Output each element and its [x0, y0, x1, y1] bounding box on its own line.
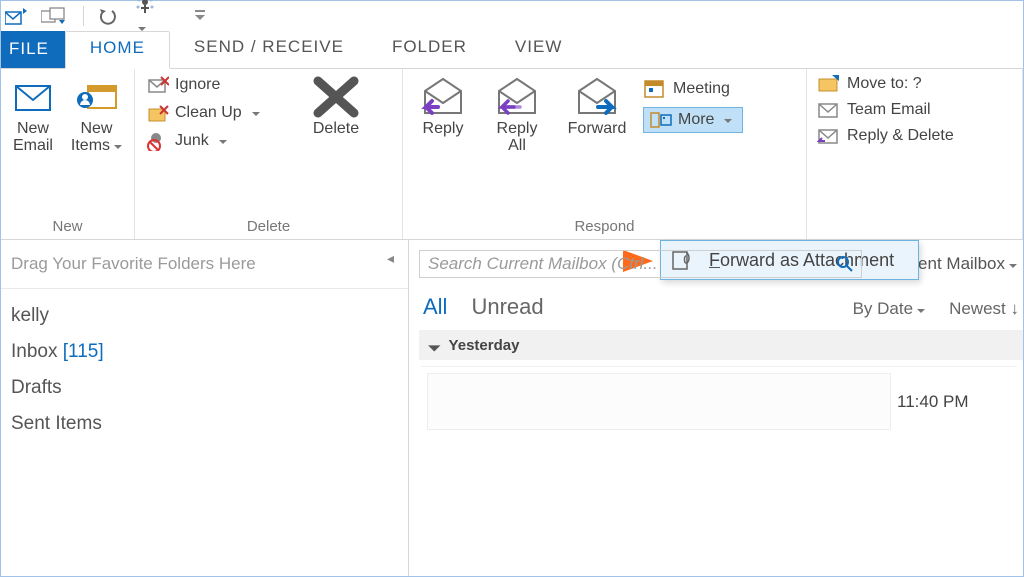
new-items-button[interactable]: New Items — [65, 73, 128, 155]
filter-unread[interactable]: Unread — [471, 294, 543, 320]
tab-folder[interactable]: FOLDER — [368, 31, 491, 68]
meeting-icon — [643, 79, 667, 99]
junk-icon — [147, 131, 169, 151]
new-email-button[interactable]: New Email — [7, 73, 59, 155]
search-input[interactable]: Search Current Mailbox (Ctrl... — [419, 250, 862, 278]
tab-view[interactable]: VIEW — [491, 31, 586, 68]
message-time: 11:40 PM — [897, 367, 1017, 436]
team-email-icon — [817, 101, 841, 119]
message-preview — [427, 373, 891, 430]
message-list-pane: Search Current Mailbox (Ctrl... Current … — [409, 240, 1023, 576]
tab-send-receive[interactable]: SEND / RECEIVE — [170, 31, 368, 68]
group-label-respond: Respond — [409, 216, 800, 239]
ribbon: New Email New Items New Ignore Clean Up — [1, 69, 1023, 239]
quick-access-toolbar — [1, 1, 1023, 31]
folder-drafts[interactable]: Drafts — [11, 377, 398, 399]
quickstep-team-email[interactable]: Team Email — [817, 101, 954, 119]
ignore-button[interactable]: Ignore — [147, 75, 291, 95]
more-button[interactable]: More — [643, 107, 743, 133]
group-header-yesterday[interactable]: Yesterday — [419, 330, 1023, 360]
group-label-new: New — [7, 216, 128, 239]
forward-button[interactable]: Forward — [557, 73, 637, 138]
ribbon-tabs: FILE HOME SEND / RECEIVE FOLDER VIEW — [1, 31, 1023, 69]
ignore-icon — [147, 75, 169, 95]
sort-by-date[interactable]: By Date — [853, 299, 925, 319]
cleanup-button[interactable]: Clean Up — [147, 103, 291, 123]
folder-sent-items[interactable]: Sent Items — [11, 413, 398, 435]
meeting-button[interactable]: Meeting — [643, 79, 743, 99]
cleanup-icon — [147, 103, 169, 123]
reply-all-button[interactable]: Reply All — [483, 73, 551, 155]
more-icon — [650, 111, 672, 129]
junk-button[interactable]: Junk — [147, 131, 291, 151]
collapse-folder-pane-icon[interactable]: ◂ — [387, 250, 394, 267]
folder-inbox[interactable]: Inbox [115] — [11, 341, 398, 363]
delete-button[interactable]: Delete — [297, 73, 375, 138]
folder-pane: ◂ Drag Your Favorite Folders Here kelly … — [1, 240, 409, 576]
moveto-icon — [817, 75, 841, 93]
search-icon[interactable] — [837, 256, 853, 272]
group-label-delete: Delete — [141, 216, 396, 239]
inbox-unread-count: [115] — [63, 341, 104, 362]
send-receive-icon[interactable] — [5, 6, 27, 26]
account-node[interactable]: kelly — [11, 305, 398, 327]
quickstep-reply-delete[interactable]: Reply & Delete — [817, 127, 954, 145]
message-row[interactable]: 11:40 PM — [421, 366, 1017, 436]
tab-file[interactable]: FILE — [1, 31, 65, 68]
quickstep-moveto[interactable]: Move to: ? — [817, 75, 954, 93]
sort-newest[interactable]: Newest ↓ — [949, 299, 1019, 319]
tab-home[interactable]: HOME — [65, 31, 170, 69]
undo-icon[interactable] — [98, 7, 120, 25]
qat-customize-icon[interactable] — [194, 9, 206, 23]
send-all-icon[interactable] — [41, 6, 69, 26]
main-area: ◂ Drag Your Favorite Folders Here kelly … — [1, 239, 1023, 576]
reply-button[interactable]: Reply — [409, 73, 477, 138]
reply-delete-icon — [817, 127, 841, 145]
filter-all[interactable]: All — [423, 294, 447, 320]
favorites-drop-hint: Drag Your Favorite Folders Here — [1, 240, 408, 289]
